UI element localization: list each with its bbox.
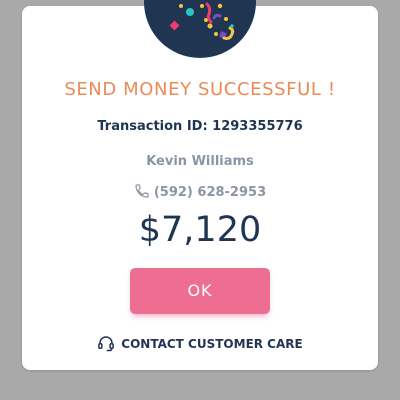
badge-wrapper bbox=[0, 0, 400, 70]
recipient-phone-row: (592) 628-2953 bbox=[22, 183, 378, 203]
transfer-amount: $7,120 bbox=[138, 210, 262, 250]
contact-customer-care-label: CONTACT CUSTOMER CARE bbox=[121, 337, 303, 351]
transaction-id: Transaction ID: 1293355776 bbox=[97, 119, 303, 134]
ok-button[interactable]: OK bbox=[130, 268, 270, 314]
confetti-icon bbox=[169, 2, 235, 40]
phone-icon bbox=[134, 183, 150, 203]
recipient-phone: (592) 628-2953 bbox=[153, 185, 267, 200]
headset-icon bbox=[97, 334, 115, 355]
contact-customer-care-link[interactable]: CONTACT CUSTOMER CARE bbox=[22, 334, 378, 355]
recipient-name: Kevin Williams bbox=[146, 154, 254, 169]
success-title: SEND MONEY SUCCESSFUL ! bbox=[64, 79, 336, 100]
celebration-badge bbox=[144, 0, 256, 58]
